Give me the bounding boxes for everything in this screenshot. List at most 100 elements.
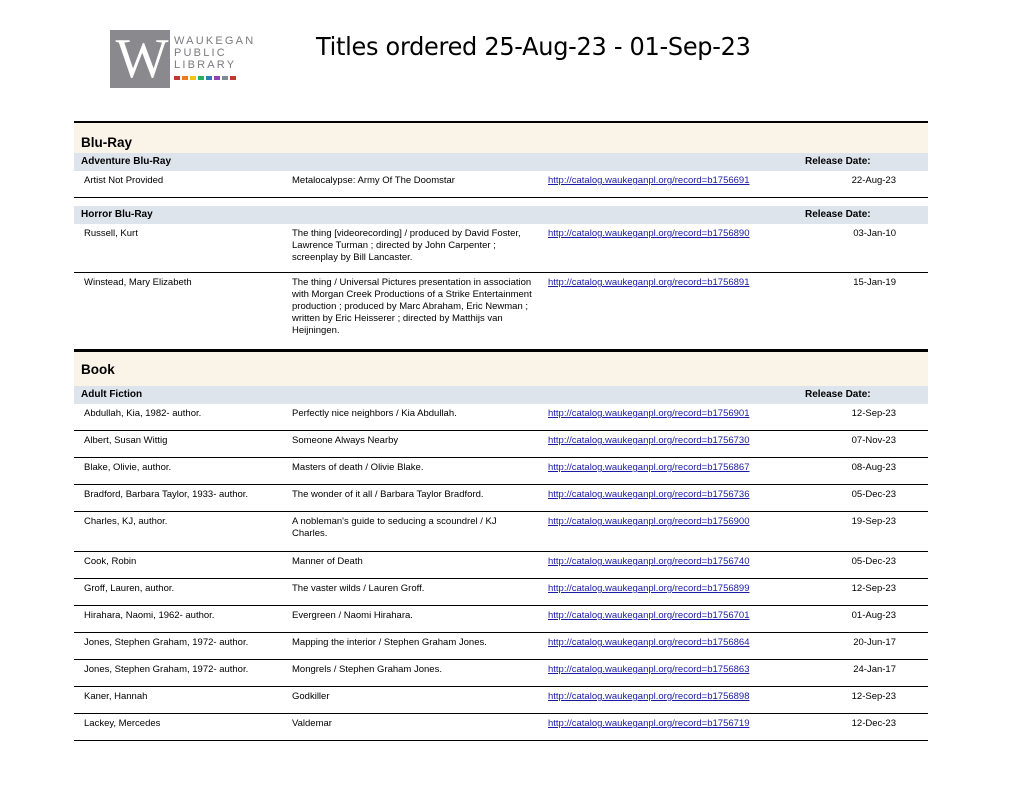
title-row: Kaner, Hannah Godkiller http://catalog.wau…: [74, 687, 928, 714]
release-date-cell: 22-Aug-23: [851, 175, 896, 186]
release-date-cell: 08-Aug-23: [851, 462, 896, 473]
author-cell: Lackey, Mercedes: [84, 718, 161, 729]
title-cell: Evergreen / Naomi Hirahara.: [292, 610, 413, 621]
logo-line: LIBRARY: [174, 59, 237, 71]
logo-color-swatch: [222, 76, 228, 80]
title-row: Blake, Olivie, author. Masters of death /…: [74, 458, 928, 485]
group-heading: Adventure Blu-Ray Release Date:: [74, 153, 928, 171]
catalog-link[interactable]: http://catalog.waukeganpl.org/record=b17…: [548, 458, 798, 484]
logo-wordmark: WAUKEGAN PUBLIC LIBRARY: [174, 35, 255, 71]
title-cell: Valdemar: [292, 718, 332, 729]
author-cell: Bradford, Barbara Taylor, 1933- author.: [84, 489, 249, 500]
catalog-link[interactable]: http://catalog.waukeganpl.org/record=b17…: [548, 224, 798, 272]
author-cell: Cook, Robin: [84, 556, 137, 567]
author-cell: Artist Not Provided: [84, 175, 164, 186]
title-cell: Mapping the interior / Stephen Graham Jo…: [292, 637, 487, 648]
author-cell: Kaner, Hannah: [84, 691, 148, 702]
author-cell: Jones, Stephen Graham, 1972- author.: [84, 664, 249, 675]
title-row: Albert, Susan Wittig Someone Always Nearb…: [74, 431, 928, 458]
logo-color-swatch: [190, 76, 196, 80]
title-cell: Metalocalypse: Army Of The Doomstar: [292, 175, 455, 186]
title-row: Jones, Stephen Graham, 1972- author. Mapp…: [74, 633, 928, 660]
release-date-cell: 12-Sep-23: [851, 583, 896, 594]
title-cell: Mongrels / Stephen Graham Jones.: [292, 664, 442, 675]
catalog-link[interactable]: http://catalog.waukeganpl.org/record=b17…: [548, 606, 798, 632]
logo-line: WAUKEGAN: [174, 35, 256, 47]
library-logo: W WAUKEGAN PUBLIC LIBRARY: [110, 30, 260, 90]
catalog-link[interactable]: http://catalog.waukeganpl.org/record=b17…: [548, 171, 798, 197]
logo-color-swatch: [182, 76, 188, 80]
title-cell: The vaster wilds / Lauren Groff.: [292, 583, 425, 594]
release-date-header: Release Date:: [805, 389, 871, 400]
catalog-link[interactable]: http://catalog.waukeganpl.org/record=b17…: [548, 633, 798, 659]
title-row: Groff, Lauren, author. The vaster wilds /…: [74, 579, 928, 606]
catalog-link[interactable]: http://catalog.waukeganpl.org/record=b17…: [548, 431, 798, 457]
release-date-cell: 12-Dec-23: [851, 718, 896, 729]
catalog-link[interactable]: http://catalog.waukeganpl.org/record=b17…: [548, 660, 798, 686]
title-row: Winstead, Mary Elizabeth The thing / Univ…: [74, 273, 928, 350]
title-row: Abdullah, Kia, 1982- author. Perfectly ni…: [74, 404, 928, 431]
author-cell: Jones, Stephen Graham, 1972- author.: [84, 637, 249, 648]
title-row: Lackey, Mercedes Valdemar http://catalog.w…: [74, 714, 928, 741]
release-date-header: Release Date:: [805, 156, 871, 167]
title-cell: Perfectly nice neighbors / Kia Abdullah.: [292, 408, 457, 419]
logo-line: PUBLIC: [174, 47, 227, 59]
logo-color-swatch: [206, 76, 212, 80]
title-row: Russell, Kurt The thing [videorecording] …: [74, 224, 928, 273]
catalog-link[interactable]: http://catalog.waukeganpl.org/record=b17…: [548, 552, 798, 578]
title-cell: Manner of Death: [292, 556, 363, 567]
title-cell: Godkiller: [292, 691, 330, 702]
catalog-link[interactable]: http://catalog.waukeganpl.org/record=b17…: [548, 404, 798, 430]
titles-report: Blu-Ray Adventure Blu-Ray Release Date: Art…: [74, 121, 928, 741]
author-cell: Winstead, Mary Elizabeth: [84, 277, 192, 288]
release-date-cell: 07-Nov-23: [851, 435, 896, 446]
catalog-link[interactable]: http://catalog.waukeganpl.org/record=b17…: [548, 687, 798, 713]
release-date-cell: 12-Sep-23: [851, 691, 896, 702]
author-cell: Abdullah, Kia, 1982- author.: [84, 408, 202, 419]
release-date-header: Release Date:: [805, 209, 871, 220]
release-date-cell: 15-Jan-19: [853, 277, 896, 288]
author-cell: Russell, Kurt: [84, 228, 138, 239]
title-row: Artist Not Provided Metalocalypse: Army O…: [74, 171, 928, 198]
group-name: Adult Fiction: [81, 389, 143, 400]
release-date-cell: 05-Dec-23: [851, 556, 896, 567]
release-date-cell: 12-Sep-23: [851, 408, 896, 419]
title-row: Hirahara, Naomi, 1962- author. Evergreen …: [74, 606, 928, 633]
release-date-cell: 24-Jan-17: [853, 664, 896, 675]
page-title: Titles ordered 25-Aug-23 - 01-Sep-23: [316, 32, 751, 61]
catalog-link[interactable]: http://catalog.waukeganpl.org/record=b17…: [548, 714, 798, 740]
logo-color-swatch: [198, 76, 204, 80]
release-date-cell: 01-Aug-23: [851, 610, 896, 621]
catalog-link[interactable]: http://catalog.waukeganpl.org/record=b17…: [548, 485, 798, 511]
catalog-link[interactable]: http://catalog.waukeganpl.org/record=b17…: [548, 512, 798, 551]
release-date-cell: 03-Jan-10: [853, 228, 896, 239]
catalog-link[interactable]: http://catalog.waukeganpl.org/record=b17…: [548, 579, 798, 605]
release-date-cell: 20-Jun-17: [853, 637, 896, 648]
title-cell: Someone Always Nearby: [292, 435, 399, 446]
group-heading: Adult Fiction Release Date:: [74, 386, 928, 404]
title-row: Cook, Robin Manner of Death http://catalog…: [74, 552, 928, 579]
title-row: Charles, KJ, author. A nobleman's guide t…: [74, 512, 928, 552]
release-date-cell: 19-Sep-23: [851, 516, 896, 527]
title-cell: The thing [videorecording] / produced by…: [292, 228, 521, 263]
logo-color-swatch: [230, 76, 236, 80]
logo-color-swatch: [214, 76, 220, 80]
title-cell: Masters of death / Olivie Blake.: [292, 462, 424, 473]
group-name: Horror Blu-Ray: [81, 209, 153, 220]
author-cell: Charles, KJ, author.: [84, 516, 168, 527]
author-cell: Groff, Lauren, author.: [84, 583, 175, 594]
group-heading: Horror Blu-Ray Release Date:: [74, 206, 928, 224]
logo-color-swatch: [174, 76, 180, 80]
title-cell: The thing / Universal Pictures presentat…: [292, 277, 532, 336]
group-name: Adventure Blu-Ray: [81, 156, 172, 167]
title-row: Jones, Stephen Graham, 1972- author. Mong…: [74, 660, 928, 687]
section-heading: Book: [74, 350, 928, 386]
title-cell: A nobleman's guide to seducing a scoundr…: [292, 516, 497, 539]
logo-color-bar: [174, 76, 236, 80]
catalog-link[interactable]: http://catalog.waukeganpl.org/record=b17…: [548, 273, 798, 349]
author-cell: Blake, Olivie, author.: [84, 462, 172, 473]
title-row: Bradford, Barbara Taylor, 1933- author. T…: [74, 485, 928, 512]
title-cell: The wonder of it all / Barbara Taylor Br…: [292, 489, 484, 500]
section-heading: Blu-Ray: [74, 121, 928, 153]
author-cell: Albert, Susan Wittig: [84, 435, 168, 446]
